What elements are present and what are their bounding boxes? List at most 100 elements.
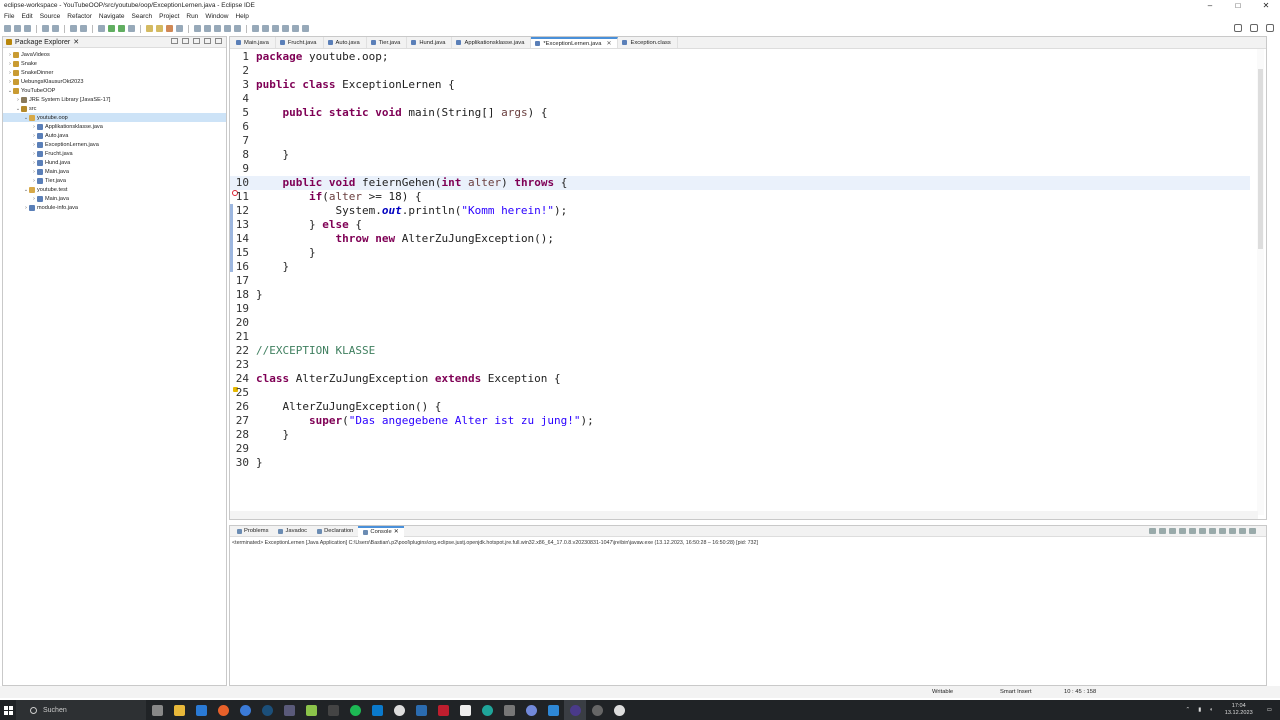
taskbar-eclipse[interactable] bbox=[564, 700, 586, 720]
tree-item[interactable]: › Tier.java bbox=[3, 176, 226, 185]
maximize-view-icon[interactable] bbox=[215, 38, 222, 44]
menu-file[interactable]: File bbox=[4, 13, 14, 20]
tree-item[interactable]: › JRE System Library [JavaSE-17] bbox=[3, 95, 226, 104]
menu-search[interactable]: Search bbox=[132, 13, 153, 20]
previous-annotation-icon[interactable] bbox=[262, 25, 269, 32]
tree-item[interactable]: ⌄ YouTubeOOP bbox=[3, 86, 226, 95]
toggle-mark-icon[interactable] bbox=[204, 25, 211, 32]
back-icon[interactable] bbox=[282, 25, 289, 32]
taskbar-media[interactable] bbox=[608, 700, 630, 720]
tree-item[interactable]: › UebungsKlausurOkt2023 bbox=[3, 77, 226, 86]
skip-breakpoints-icon[interactable] bbox=[80, 25, 87, 32]
tree-item[interactable]: › Frucht.java bbox=[3, 149, 226, 158]
coverage-icon[interactable] bbox=[118, 25, 125, 32]
open-console-icon[interactable] bbox=[1229, 528, 1236, 534]
new-java-project-icon[interactable] bbox=[146, 25, 153, 32]
tree-item[interactable]: › Applikationsklasse.java bbox=[3, 122, 226, 131]
scrollbar-thumb[interactable] bbox=[1258, 69, 1263, 249]
task-view-button[interactable] bbox=[146, 700, 168, 720]
new-class-icon[interactable] bbox=[166, 25, 173, 32]
word-wrap-icon[interactable] bbox=[214, 25, 221, 32]
tree-item[interactable]: › Main.java bbox=[3, 167, 226, 176]
taskbar-tool[interactable] bbox=[542, 700, 564, 720]
menu-run[interactable]: Run bbox=[186, 13, 198, 20]
tab-javadoc[interactable]: Javadoc bbox=[273, 526, 312, 537]
clear-console-icon[interactable] bbox=[1179, 528, 1186, 534]
word-wrap-icon[interactable] bbox=[1199, 528, 1206, 534]
undo-icon[interactable] bbox=[42, 25, 49, 32]
collapse-all-icon[interactable] bbox=[171, 38, 178, 44]
taskbar-discord[interactable] bbox=[520, 700, 542, 720]
minimize-button[interactable]: – bbox=[1196, 0, 1224, 11]
tray-chevron-icon[interactable]: ⌃ bbox=[1186, 707, 1191, 713]
taskbar-github[interactable] bbox=[388, 700, 410, 720]
minimize-view-icon[interactable] bbox=[1239, 528, 1246, 534]
run-icon[interactable] bbox=[108, 25, 115, 32]
next-annotation-icon[interactable] bbox=[252, 25, 259, 32]
taskbar-calculator[interactable] bbox=[498, 700, 520, 720]
taskbar-unity[interactable] bbox=[454, 700, 476, 720]
save-icon[interactable] bbox=[14, 25, 21, 32]
taskbar-search[interactable]: Suchen bbox=[16, 700, 146, 720]
code-area[interactable]: 1 package youtube.oop; 2 3 public class Ex… bbox=[230, 49, 1266, 509]
remove-all-icon[interactable] bbox=[1169, 528, 1176, 534]
link-editor-icon[interactable] bbox=[182, 38, 189, 44]
taskbar-notes[interactable] bbox=[300, 700, 322, 720]
maximize-button[interactable]: □ bbox=[1224, 0, 1252, 11]
taskbar-intellij[interactable] bbox=[410, 700, 432, 720]
close-icon[interactable]: ✕ bbox=[394, 529, 399, 535]
tree-item[interactable]: › SnakeDinner bbox=[3, 68, 226, 77]
clock[interactable]: 17:04 13.12.2023 bbox=[1225, 703, 1253, 717]
tree-item[interactable]: › Hund.java bbox=[3, 158, 226, 167]
search-icon[interactable] bbox=[1234, 24, 1242, 32]
package-explorer-title[interactable]: Package Explorer bbox=[15, 39, 70, 46]
show-whitespace-icon[interactable] bbox=[224, 25, 231, 32]
search-toolbar-icon[interactable] bbox=[194, 25, 201, 32]
pin-console-icon[interactable] bbox=[1209, 528, 1216, 534]
taskbar-explorer[interactable] bbox=[168, 700, 190, 720]
tree-item[interactable]: › Auto.java bbox=[3, 131, 226, 140]
taskbar-filezilla[interactable] bbox=[432, 700, 454, 720]
open-perspective-icon[interactable] bbox=[1250, 24, 1258, 32]
display-console-icon[interactable] bbox=[1219, 528, 1226, 534]
taskbar-vscode[interactable] bbox=[366, 700, 388, 720]
new-icon[interactable] bbox=[4, 25, 11, 32]
terminate-icon[interactable] bbox=[1149, 528, 1156, 534]
network-icon[interactable]: ▮ bbox=[1198, 707, 1201, 713]
tab-exceptionlernen-java[interactable]: *ExceptionLernen.java ✕ bbox=[531, 37, 619, 48]
external-tools-icon[interactable] bbox=[128, 25, 135, 32]
block-selection-icon[interactable] bbox=[234, 25, 241, 32]
horizontal-scrollbar[interactable] bbox=[230, 511, 1258, 519]
tab-declaration[interactable]: Declaration bbox=[312, 526, 358, 537]
tab-problems[interactable]: Problems bbox=[232, 526, 273, 537]
taskbar-mail[interactable] bbox=[190, 700, 212, 720]
tree-item[interactable]: › JavaVideos bbox=[3, 50, 226, 59]
pin-editor-icon[interactable] bbox=[302, 25, 309, 32]
tab-exception-class[interactable]: Exception.class bbox=[618, 37, 678, 48]
new-package-icon[interactable] bbox=[156, 25, 163, 32]
tree-item[interactable]: › Snake bbox=[3, 59, 226, 68]
menu-project[interactable]: Project bbox=[159, 13, 179, 20]
redo-icon[interactable] bbox=[52, 25, 59, 32]
last-edit-icon[interactable] bbox=[272, 25, 279, 32]
vertical-scrollbar[interactable] bbox=[1257, 49, 1264, 515]
menu-help[interactable]: Help bbox=[235, 13, 248, 20]
debug-icon[interactable] bbox=[98, 25, 105, 32]
taskbar-app[interactable] bbox=[278, 700, 300, 720]
tab-hund-java[interactable]: Hund.java bbox=[407, 37, 453, 48]
taskbar-edge[interactable] bbox=[476, 700, 498, 720]
tab-console[interactable]: Console ✕ bbox=[358, 525, 404, 537]
taskbar-steam[interactable] bbox=[256, 700, 278, 720]
open-type-icon[interactable] bbox=[176, 25, 183, 32]
scroll-lock-icon[interactable] bbox=[1189, 528, 1196, 534]
maximize-view-icon[interactable] bbox=[1249, 528, 1256, 534]
terminal-icon[interactable] bbox=[70, 25, 77, 32]
menu-navigate[interactable]: Navigate bbox=[99, 13, 125, 20]
tab-main-java[interactable]: Main.java bbox=[232, 37, 276, 48]
tab-applikationsklasse-java[interactable]: Applikationsklasse.java bbox=[452, 37, 532, 48]
save-all-icon[interactable] bbox=[24, 25, 31, 32]
tab-tier-java[interactable]: Tier.java bbox=[367, 37, 408, 48]
tree-item[interactable]: ⌄ youtube.oop bbox=[3, 113, 226, 122]
tab-frucht-java[interactable]: Frucht.java bbox=[276, 37, 324, 48]
tree-item[interactable]: › ExceptionLernen.java bbox=[3, 140, 226, 149]
